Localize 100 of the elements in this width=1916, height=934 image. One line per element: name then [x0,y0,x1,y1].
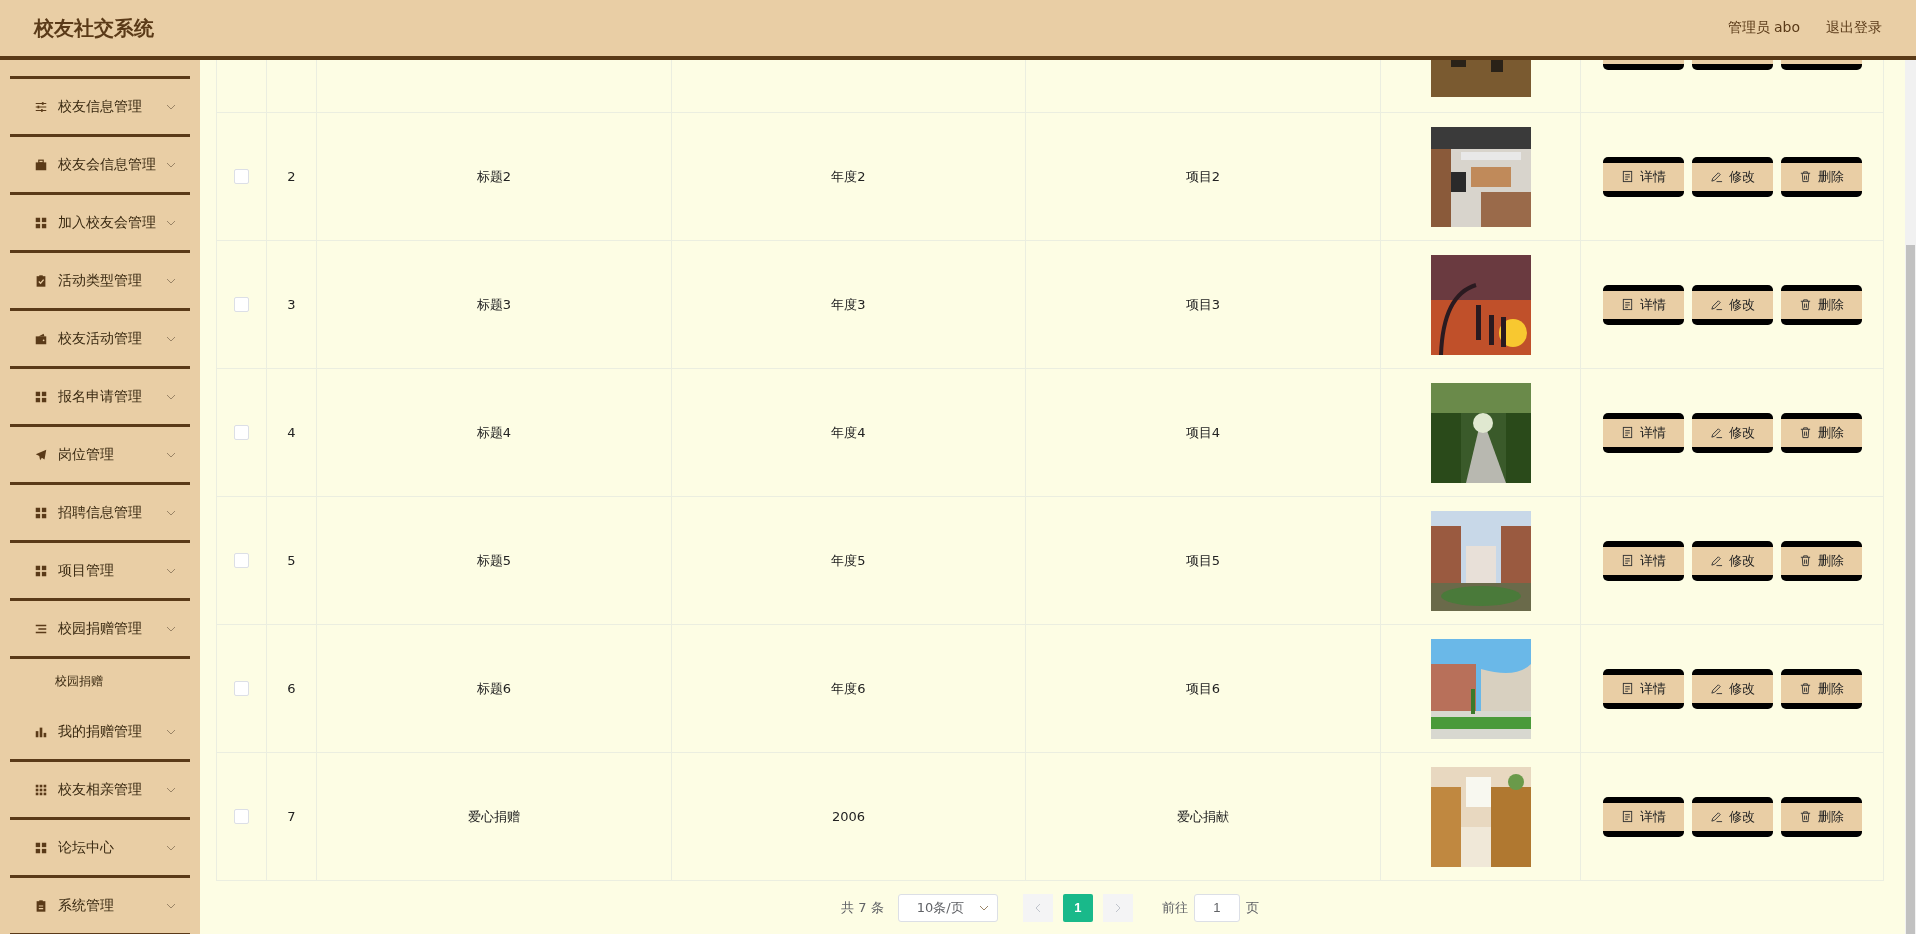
menu-item[interactable]: 校友信息管理 [10,79,190,137]
delete-button[interactable]: 删除 [1780,668,1862,709]
row-checkbox[interactable] [234,681,249,696]
table-cell: 项目6 [1026,625,1381,752]
detail-button[interactable]: 详情 [1602,668,1684,709]
table-cell: 标题5 [317,497,672,624]
menu-item[interactable]: 岗位管理 [10,427,190,485]
prev-page-button[interactable] [1022,893,1053,922]
table-cell: 年度2 [672,113,1026,240]
pencil-icon [1709,426,1723,439]
trash-icon [1798,554,1812,567]
total-count: 共 7 条 [841,898,884,917]
grid-icon [34,840,48,855]
row-checkbox[interactable] [234,169,249,184]
user-name: 管理员 abo [1727,19,1800,37]
document-icon [1620,810,1634,823]
logout-link[interactable]: 退出登录 [1826,19,1882,37]
table-cell: 项目2 [1026,113,1381,240]
clipboard-icon [34,898,48,913]
table-cell: 年度3 [672,241,1026,368]
pencil-icon [1709,554,1723,567]
table-cell: 项目4 [1026,369,1381,496]
detail-button[interactable]: 详情 [1602,540,1684,581]
menu-item[interactable]: 我的捐赠管理 [10,704,190,762]
edit-button[interactable]: 修改 [1691,412,1773,453]
table-cell: 标题2 [317,113,672,240]
delete-button[interactable]: 删除 [1780,156,1862,197]
menu-item[interactable]: 论坛中心 [10,820,190,878]
edit-button[interactable]: 修改 [1691,668,1773,709]
page-suffix: 页 [1245,898,1259,917]
pencil-icon [1709,298,1723,311]
chevron-left-icon [1033,902,1042,913]
document-icon [1620,682,1634,695]
grid-icon [34,389,48,404]
menu-item[interactable]: 校友会信息管理 [10,137,190,195]
menu-item[interactable]: 项目管理 [10,543,190,601]
delete-button[interactable]: 删除 [1780,412,1862,453]
table-cell: 年度6 [672,625,1026,752]
page-input[interactable]: 1 [1193,893,1240,922]
document-icon [1620,298,1634,311]
menu-item[interactable]: 报名申请管理 [10,369,190,427]
detail-button[interactable]: 详情 [1602,412,1684,453]
grid-dots-icon [34,782,48,797]
trash-icon [1798,810,1812,823]
pencil-icon [1709,170,1723,183]
scrollbar[interactable] [1905,60,1916,934]
menu-item[interactable]: 活动类型管理 [10,253,190,311]
row-checkbox[interactable] [234,425,249,440]
next-page-button[interactable] [1102,893,1133,922]
detail-button[interactable]: 详情 [1602,156,1684,197]
table-cell: 2006 [672,753,1026,880]
edit-button[interactable]: 修改 [1691,540,1773,581]
pencil-icon [1709,682,1723,695]
table-cell: 标题6 [317,625,672,752]
chevron-right-icon [1113,902,1122,913]
table-cell: 项目5 [1026,497,1381,624]
trash-icon [1798,170,1812,183]
menu-item[interactable]: 校友相亲管理 [10,762,190,820]
document-icon [1620,170,1634,183]
briefcase-icon [34,157,48,172]
sliders-icon [34,99,48,114]
table-cell: 标题4 [317,369,672,496]
menu-item[interactable]: 校园捐赠管理 [10,601,190,659]
app-title: 校友社交系统 [34,14,155,42]
menu-item[interactable]: 招聘信息管理 [10,485,190,543]
grid-icon [34,505,48,520]
table-cell: 3 [267,241,317,368]
table-cell: 2 [267,113,317,240]
trash-icon [1798,298,1812,311]
table-cell: 项目3 [1026,241,1381,368]
edit-button[interactable]: 修改 [1691,796,1773,837]
table-cell: 爱心捐献 [1026,753,1381,880]
table-cell: 6 [267,625,317,752]
row-checkbox[interactable] [234,809,249,824]
delete-button[interactable]: 删除 [1780,796,1862,837]
edit-button[interactable]: 修改 [1691,284,1773,325]
menu-item[interactable]: 校友活动管理 [10,311,190,369]
clipboard-check-icon [34,273,48,288]
pencil-icon [1709,810,1723,823]
menu-item[interactable]: 系统管理 [10,878,190,934]
table-cell: 4 [267,369,317,496]
paper-plane-icon [34,447,48,462]
delete-button[interactable]: 删除 [1780,540,1862,581]
wallet-icon [34,331,48,346]
delete-button[interactable]: 删除 [1780,284,1862,325]
grid-icon [34,563,48,578]
row-checkbox[interactable] [234,553,249,568]
table-cell: 年度5 [672,497,1026,624]
table-cell: 年度4 [672,369,1026,496]
trash-icon [1798,426,1812,439]
page-size-select[interactable]: 10条/页 [897,893,998,922]
submenu-item[interactable]: 校园捐赠 [10,659,190,704]
grid-icon [34,215,48,230]
menu-item[interactable]: 加入校友会管理 [10,195,190,253]
document-icon [1620,554,1634,567]
edit-button[interactable]: 修改 [1691,156,1773,197]
table-cell: 标题3 [317,241,672,368]
row-checkbox[interactable] [234,297,249,312]
detail-button[interactable]: 详情 [1602,796,1684,837]
detail-button[interactable]: 详情 [1602,284,1684,325]
